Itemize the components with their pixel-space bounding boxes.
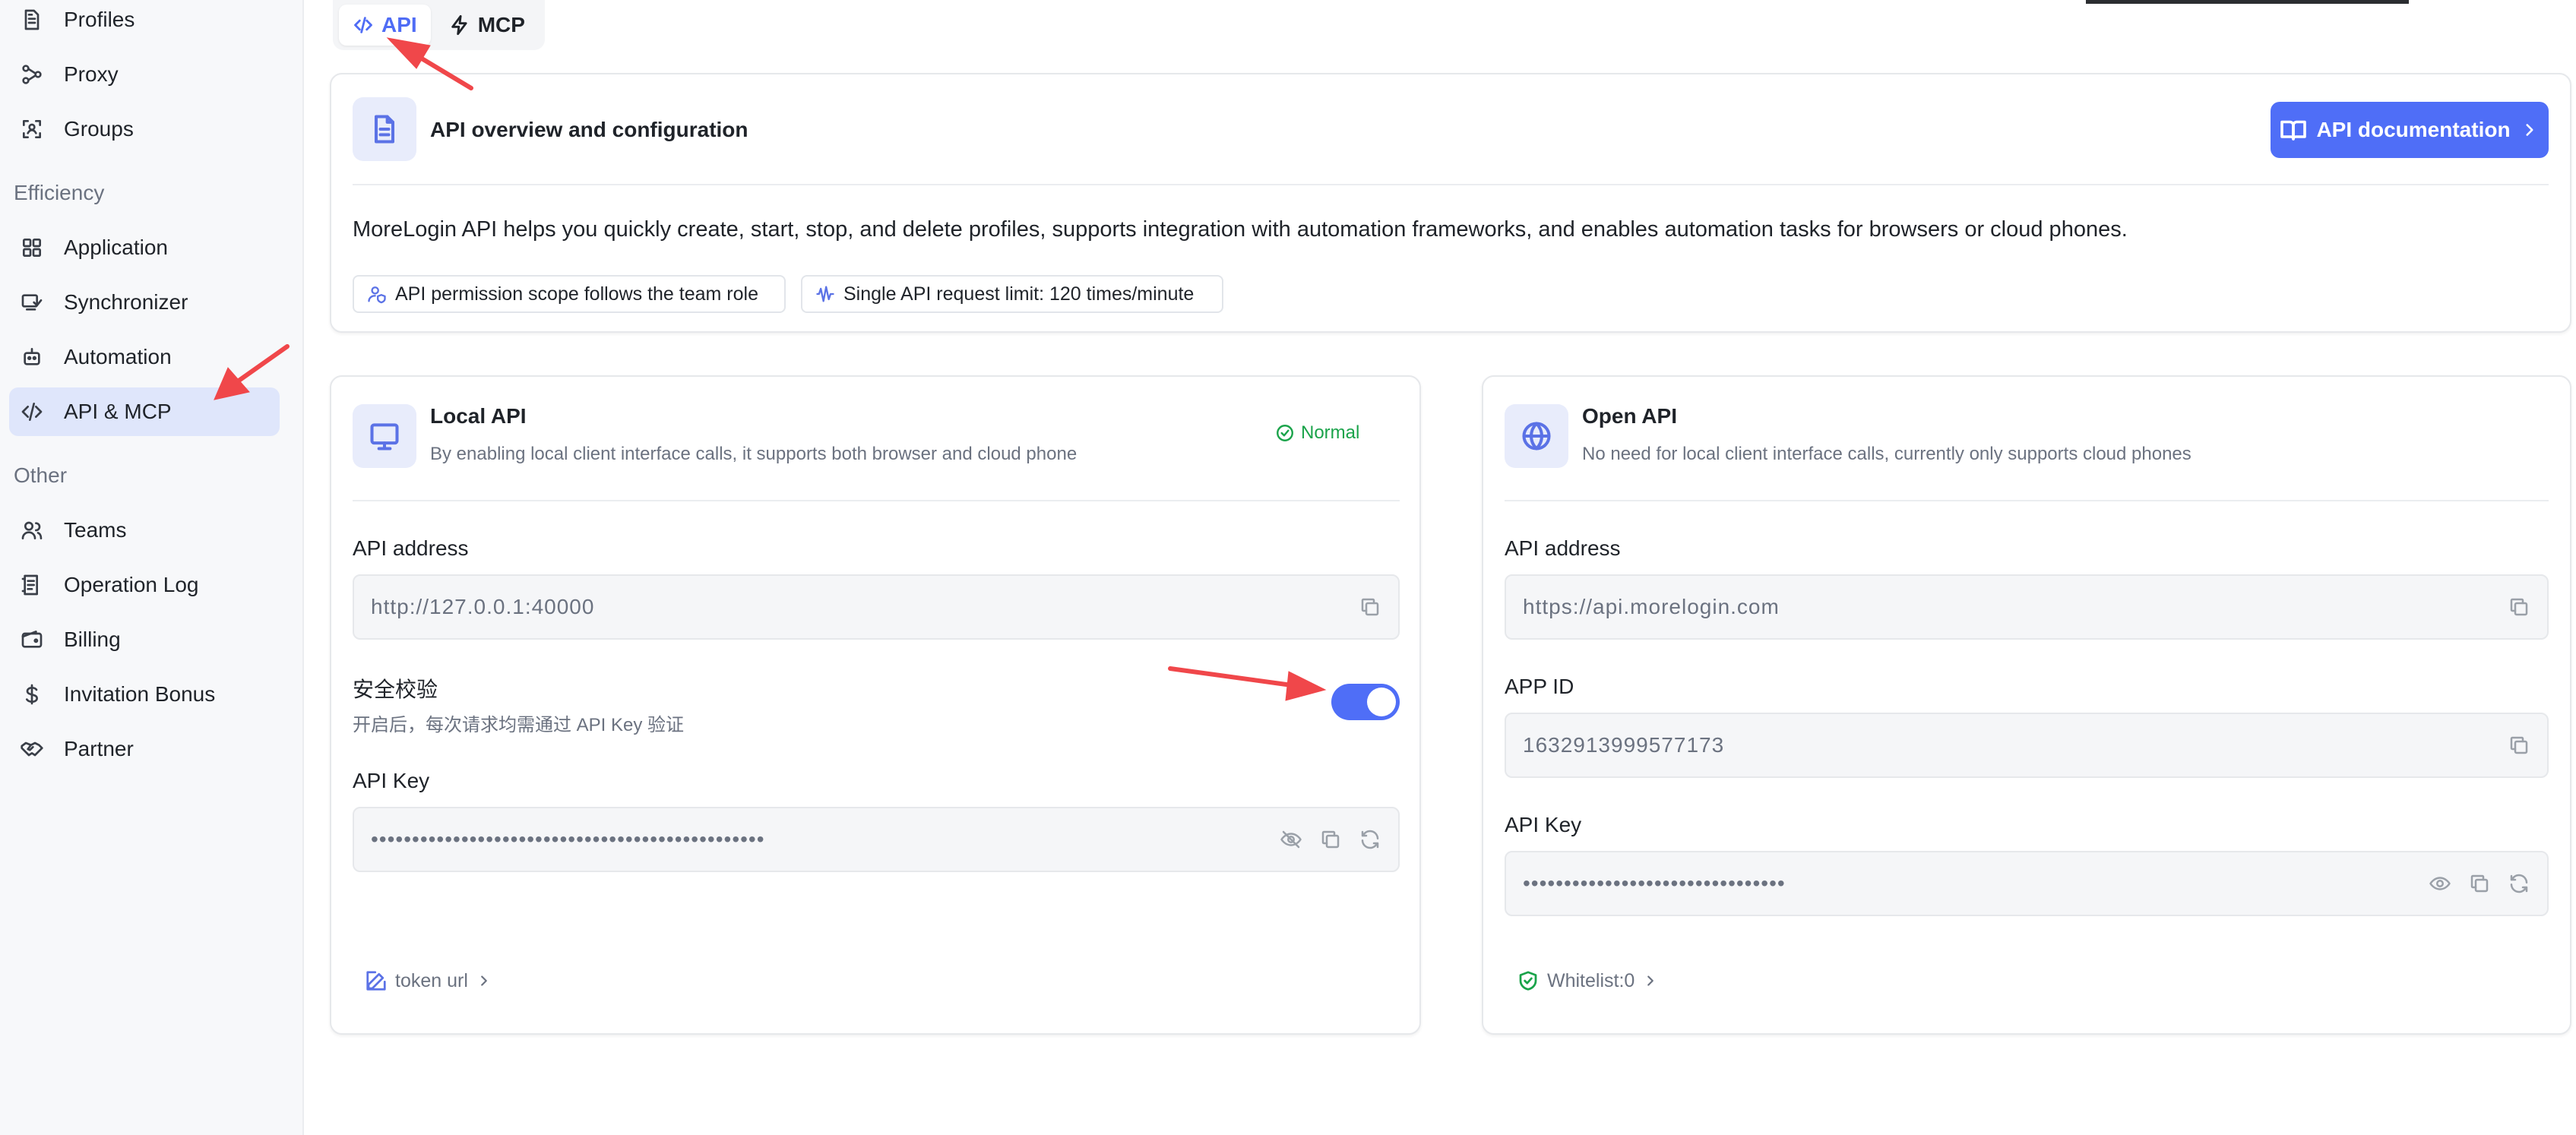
annotation-arrowhead (1285, 671, 1327, 701)
annotation-arrow (233, 344, 290, 385)
annotation-arrowhead (386, 37, 431, 69)
annotation-arrowhead (214, 367, 250, 400)
annotation-arrow (1168, 666, 1294, 688)
annotation-arrows (214, 37, 1327, 701)
